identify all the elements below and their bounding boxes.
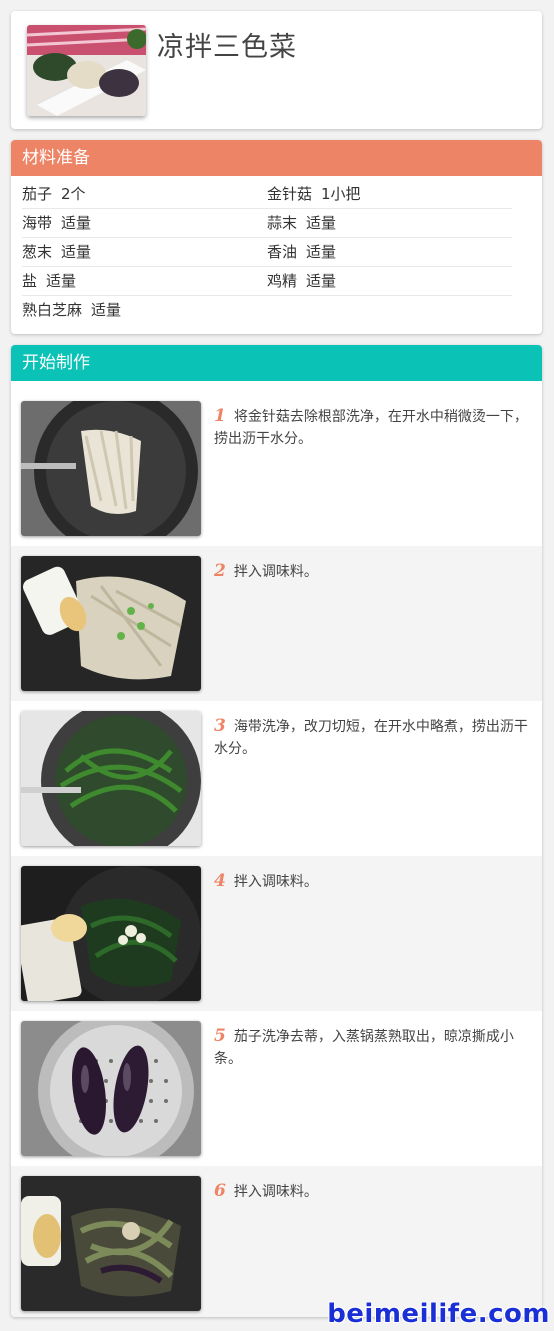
step-text: 1 将金针菇去除根部洗净，在开水中稍微烫一下，捞出沥干水分。 <box>214 405 530 450</box>
step-text: 3 海带洗净，改刀切短，在开水中略煮，捞出沥干水分。 <box>214 715 530 760</box>
ingredient-name: 海带 <box>22 214 53 232</box>
step-item: 4 拌入调味料。 <box>11 856 542 1011</box>
step-item: 6 拌入调味料。 <box>11 1166 542 1317</box>
step-description: 拌入调味料。 <box>233 1184 318 1200</box>
step-photo[interactable] <box>21 1021 201 1156</box>
ingredient-amount: 适量 <box>306 243 337 261</box>
ingredient-item: 鸡精 适量 <box>267 267 512 296</box>
recipe-title: 凉拌三色菜 <box>157 32 297 63</box>
step-number: 4 <box>214 871 226 891</box>
step-text: 6 拌入调味料。 <box>214 1180 530 1203</box>
step-description: 拌入调味料。 <box>233 564 318 580</box>
ingredient-amount: 适量 <box>306 214 337 232</box>
step-description: 将金针菇去除根部洗净，在开水中稍微烫一下，捞出沥干水分。 <box>214 409 528 447</box>
ingredients-heading: 材料准备 <box>11 140 542 176</box>
steps-card: 开始制作 1 将金针菇去除根部洗净，在开水中稍微烫一下，捞出沥干水分。 2 拌入… <box>11 345 542 1317</box>
recipe-thumbnail[interactable] <box>27 25 146 116</box>
step-number: 2 <box>214 561 226 581</box>
ingredient-item: 香油 适量 <box>267 238 512 267</box>
ingredient-amount: 2个 <box>61 185 86 203</box>
step-photo[interactable] <box>21 1176 201 1311</box>
step-photo[interactable] <box>21 401 201 536</box>
ingredient-amount: 1小把 <box>321 185 361 203</box>
step-description: 海带洗净，改刀切短，在开水中略煮，捞出沥干水分。 <box>214 719 528 757</box>
steps-heading: 开始制作 <box>11 345 542 381</box>
ingredient-name: 熟白芝麻 <box>22 301 83 319</box>
ingredient-amount: 适量 <box>46 272 77 290</box>
ingredient-name: 鸡精 <box>267 272 298 290</box>
step-photo[interactable] <box>21 556 201 691</box>
ingredient-item: 茄子 2个 <box>22 180 267 209</box>
ingredient-item: 金针菇 1小把 <box>267 180 512 209</box>
ingredient-item: 蒜末 适量 <box>267 209 512 238</box>
step-text: 2 拌入调味料。 <box>214 560 530 583</box>
ingredient-item: 海带 适量 <box>22 209 267 238</box>
ingredient-amount: 适量 <box>306 272 337 290</box>
site-watermark: beimeilife.com <box>327 1299 550 1329</box>
step-number: 1 <box>214 406 226 426</box>
ingredients-card: 材料准备 茄子 2个 金针菇 1小把 海带 适量 蒜末 适量 葱末 适量 香油 适量 盐适量… <box>11 140 542 334</box>
ingredient-amount: 适量 <box>91 301 122 319</box>
ingredient-item: 葱末 适量 <box>22 238 267 267</box>
step-item: 2 拌入调味料。 <box>11 546 542 701</box>
step-number: 5 <box>214 1026 226 1046</box>
step-number: 6 <box>214 1181 226 1201</box>
ingredient-item: 盐适量 <box>22 267 267 296</box>
ingredient-name: 茄子 <box>22 185 53 203</box>
step-item: 3 海带洗净，改刀切短，在开水中略煮，捞出沥干水分。 <box>11 701 542 856</box>
ingredient-name: 香油 <box>267 243 298 261</box>
step-photo[interactable] <box>21 711 201 846</box>
step-item: 5 茄子洗净去蒂，入蒸锅蒸熟取出，晾凉撕成小条。 <box>11 1011 542 1166</box>
step-photo[interactable] <box>21 866 201 1001</box>
ingredient-name: 金针菇 <box>267 185 313 203</box>
ingredient-item: 熟白芝麻 适量 <box>22 296 267 324</box>
recipe-header-card: 凉拌三色菜 <box>11 11 542 129</box>
step-text: 4 拌入调味料。 <box>214 870 530 893</box>
ingredient-name: 葱末 <box>22 243 53 261</box>
ingredient-name: 蒜末 <box>267 214 298 232</box>
ingredient-name: 盐 <box>22 272 38 290</box>
step-description: 拌入调味料。 <box>233 874 318 890</box>
step-description: 茄子洗净去蒂，入蒸锅蒸熟取出，晾凉撕成小条。 <box>214 1029 514 1067</box>
step-number: 3 <box>214 716 226 736</box>
step-text: 5 茄子洗净去蒂，入蒸锅蒸熟取出，晾凉撕成小条。 <box>214 1025 530 1070</box>
ingredient-amount: 适量 <box>61 214 92 232</box>
ingredient-amount: 适量 <box>61 243 92 261</box>
step-item: 1 将金针菇去除根部洗净，在开水中稍微烫一下，捞出沥干水分。 <box>11 391 542 546</box>
